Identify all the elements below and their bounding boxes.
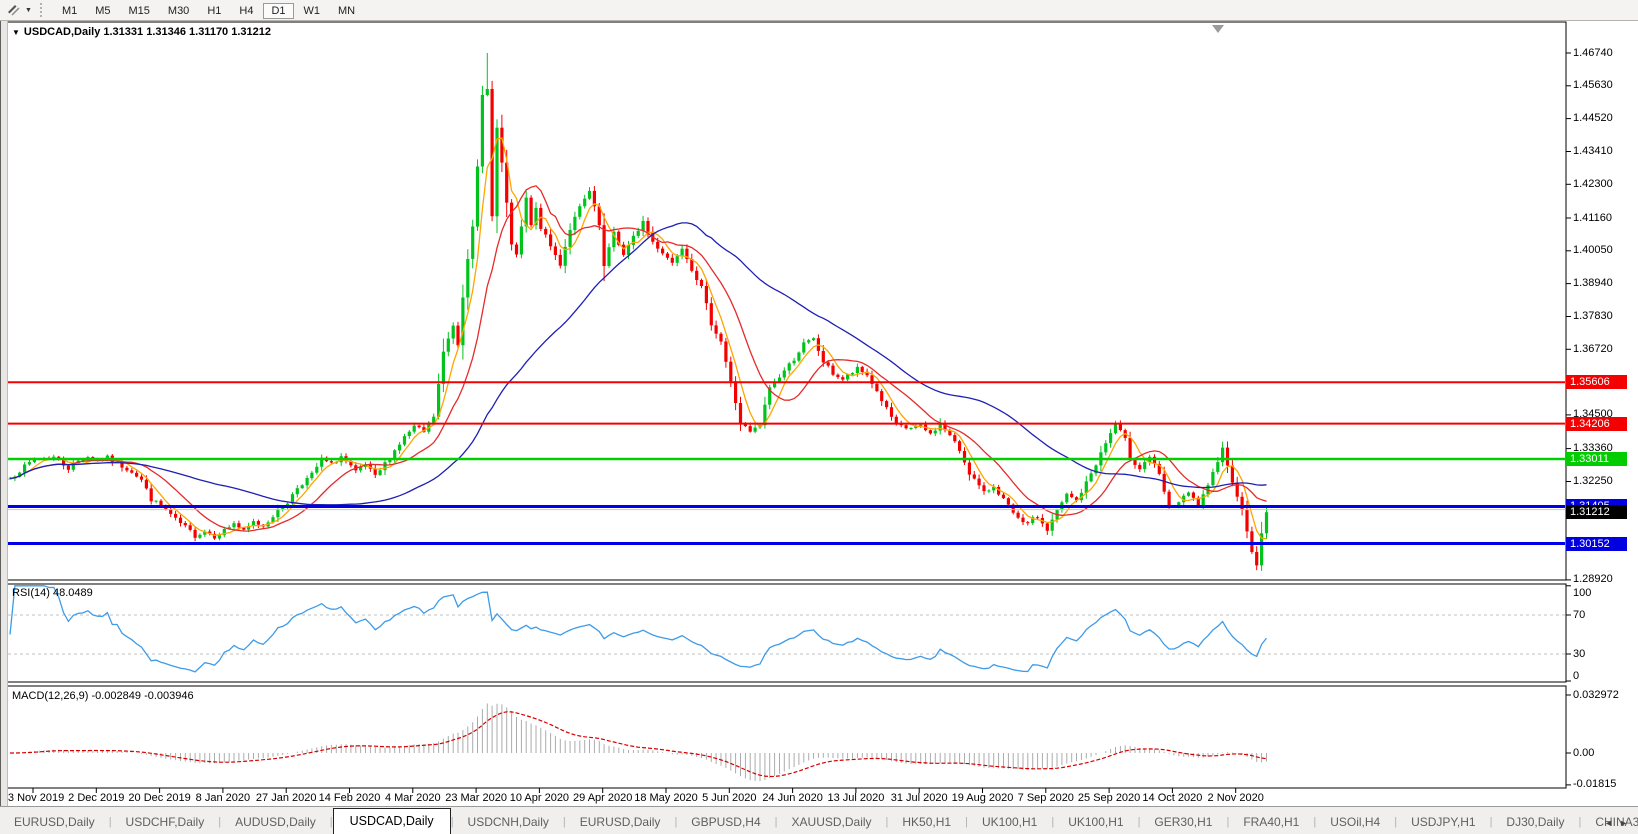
date-label: 18 May 2020 xyxy=(634,792,698,804)
date-label: 13 Jul 2020 xyxy=(827,792,885,804)
rsi-tick: 100 xyxy=(1573,587,1592,599)
cursor-tool-button[interactable]: ▼ xyxy=(2,2,36,18)
rsi-tick: 30 xyxy=(1573,647,1586,660)
tab-scroll-right-icon[interactable]: ► xyxy=(1619,818,1634,828)
date-label: 8 Jan 2020 xyxy=(195,792,251,804)
symbol-tab-GER30-H1[interactable]: GER30,H1 xyxy=(1140,810,1226,834)
timeframe-button-W1[interactable]: W1 xyxy=(296,3,329,19)
date-label: 13 Nov 2019 xyxy=(1,792,65,804)
symbol-tab-USDCNH-Daily[interactable]: USDCNH,Daily xyxy=(454,810,563,834)
price-tick: 1.46740 xyxy=(1573,46,1613,59)
timeframe-button-D1[interactable]: D1 xyxy=(263,3,294,19)
price-level-badge: 1.33011 xyxy=(1566,451,1627,466)
main-panel[interactable] xyxy=(6,21,1567,581)
collapse-caret-icon[interactable]: ▼ xyxy=(12,28,20,37)
tab-scroll-left-icon[interactable]: ◄ xyxy=(1604,818,1619,828)
date-label: 2 Nov 2020 xyxy=(1207,792,1264,804)
price-level-badge: 1.34206 xyxy=(1566,416,1627,431)
price-tick: 1.45630 xyxy=(1573,79,1613,92)
chart-title: ▼ USDCAD,Daily 1.31331 1.31346 1.31170 1.… xyxy=(12,26,271,38)
date-label: 25 Sep 2020 xyxy=(1077,792,1141,804)
toolbar-grip xyxy=(39,3,47,17)
symbol-tab-USDCHF-Daily[interactable]: USDCHF,Daily xyxy=(112,810,219,834)
macd-tick: 0.032972 xyxy=(1573,688,1619,701)
chevron-down-icon: ▼ xyxy=(25,6,32,14)
date-label: 4 Mar 2020 xyxy=(384,792,441,804)
rsi-tick: 70 xyxy=(1573,608,1586,621)
price-level-badge: 1.30152 xyxy=(1566,536,1627,551)
rsi-label: RSI(14) 48.0489 xyxy=(12,587,93,599)
symbol-tab-XAUUSD-Daily[interactable]: XAUUSD,Daily xyxy=(778,810,886,834)
timeframe-button-M30[interactable]: M30 xyxy=(160,3,197,19)
date-label: 29 Apr 2020 xyxy=(573,792,633,804)
timeframe-button-H1[interactable]: H1 xyxy=(199,3,229,19)
date-label: 2 Dec 2019 xyxy=(68,792,125,804)
timeframe-button-MN[interactable]: MN xyxy=(330,3,363,19)
tab-list: EURUSD,Daily | USDCHF,Daily | AUDUSD,Daily | U… xyxy=(0,808,1638,834)
symbol-tab-UK100-H1[interactable]: UK100,H1 xyxy=(1054,810,1137,834)
date-label: 14 Oct 2020 xyxy=(1142,792,1203,804)
date-label: 7 Sep 2020 xyxy=(1017,792,1074,804)
symbol-tab-UK100-H1[interactable]: UK100,H1 xyxy=(968,810,1051,834)
symbol-tab-FRA40-H1[interactable]: FRA40,H1 xyxy=(1229,810,1313,834)
charts-canvas[interactable] xyxy=(0,0,1638,834)
chart-title-text: USDCAD,Daily 1.31331 1.31346 1.31170 1.3… xyxy=(23,26,271,38)
symbol-tab-HK50-H1[interactable]: HK50,H1 xyxy=(888,810,965,834)
price-tick: 1.37830 xyxy=(1573,309,1613,322)
symbol-tab-GBPUSD-H4[interactable]: GBPUSD,H4 xyxy=(677,810,774,834)
date-label: 5 Jun 2020 xyxy=(702,792,757,804)
symbol-tab-EURUSD-Daily[interactable]: EURUSD,Daily xyxy=(566,810,675,834)
price-tick: 1.40050 xyxy=(1573,244,1613,257)
date-label: 14 Feb 2020 xyxy=(318,792,381,804)
timeframe-button-M1[interactable]: M1 xyxy=(54,3,85,19)
date-label: 20 Dec 2019 xyxy=(128,792,191,804)
timeframe-button-M5[interactable]: M5 xyxy=(87,3,118,19)
price-level-badge: 1.31212 xyxy=(1566,505,1627,520)
macd-panel[interactable] xyxy=(6,685,1567,789)
price-tick: 1.43410 xyxy=(1573,144,1613,157)
mt4-window: ▼ M1 M5 M15 M30 H1 H4 D1 W1 MN ▼ USDCAD,Daily 1.3… xyxy=(0,0,1638,834)
rsi-tick: 0 xyxy=(1573,670,1580,682)
date-label: 19 Aug 2020 xyxy=(951,792,1014,804)
date-label: 24 Jun 2020 xyxy=(762,792,823,804)
price-tick: 1.28920 xyxy=(1573,573,1613,586)
timeframe-button-H4[interactable]: H4 xyxy=(231,3,261,19)
left-splitter[interactable] xyxy=(0,21,8,806)
toolbar: ▼ M1 M5 M15 M30 H1 H4 D1 W1 MN xyxy=(0,0,1638,21)
symbol-tab-EURUSD-Daily[interactable]: EURUSD,Daily xyxy=(0,810,109,834)
tab-scroll-buttons: ◄► xyxy=(1604,818,1634,828)
tab-bar: EURUSD,Daily | USDCHF,Daily | AUDUSD,Daily | U… xyxy=(0,806,1638,834)
timeframe-toolbar: M1 M5 M15 M30 H1 H4 D1 W1 MN xyxy=(53,1,364,19)
price-tick: 1.42300 xyxy=(1573,177,1613,190)
rsi-panel[interactable] xyxy=(6,583,1567,683)
price-tick: 1.32250 xyxy=(1573,474,1613,487)
macd-tick: 0.00 xyxy=(1573,746,1595,759)
date-label: 23 Mar 2020 xyxy=(445,792,507,804)
symbol-tab-AUDUSD-Daily[interactable]: AUDUSD,Daily xyxy=(221,810,330,834)
date-label: 10 Apr 2020 xyxy=(509,792,570,804)
price-tick: 1.38940 xyxy=(1573,277,1613,290)
draw-tool-icon xyxy=(8,5,20,16)
date-label: 31 Jul 2020 xyxy=(890,792,948,804)
symbol-tab-USDCAD-Daily[interactable]: USDCAD,Daily xyxy=(332,808,451,834)
symbol-tab-DJ30-Daily[interactable]: DJ30,Daily xyxy=(1492,810,1578,834)
macd-tick: -0.01815 xyxy=(1573,778,1617,791)
price-tick: 1.36720 xyxy=(1573,342,1613,355)
symbol-tab-USOil-H4[interactable]: USOil,H4 xyxy=(1316,810,1394,834)
price-tick: 1.44520 xyxy=(1573,112,1613,125)
symbol-tab-USDJPY-H1[interactable]: USDJPY,H1 xyxy=(1397,810,1489,834)
price-tick: 1.41160 xyxy=(1573,211,1612,224)
macd-label: MACD(12,26,9) -0.002849 -0.003946 xyxy=(12,690,194,702)
price-level-badge: 1.35606 xyxy=(1566,375,1627,390)
timeframe-button-M15[interactable]: M15 xyxy=(121,3,158,19)
date-label: 27 Jan 2020 xyxy=(255,792,317,804)
chart-shift-marker[interactable] xyxy=(1212,25,1224,33)
